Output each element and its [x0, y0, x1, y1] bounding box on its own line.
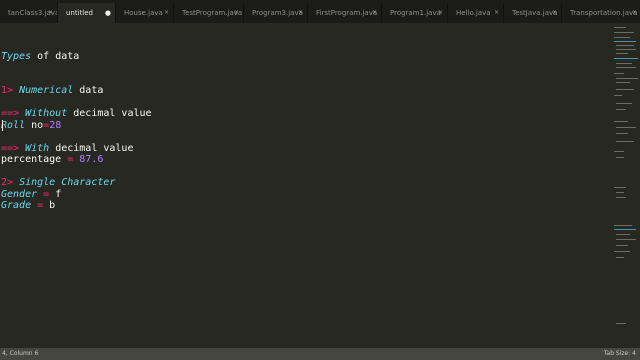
tab-label: TestJava.java: [512, 9, 558, 17]
minimap-line: [616, 257, 624, 258]
close-icon[interactable]: ×: [372, 3, 377, 23]
code-editor[interactable]: Types of data 1> Numerical data ==> With…: [0, 23, 610, 347]
tab-tanclass3[interactable]: tanClass3.java ×: [0, 3, 58, 23]
close-icon[interactable]: ×: [552, 3, 557, 23]
minimap-line: [616, 157, 624, 158]
tab-testjava[interactable]: TestJava.java ×: [504, 3, 562, 23]
minimap-line: [614, 187, 626, 188]
close-icon[interactable]: ×: [164, 3, 169, 23]
minimap-line: [614, 73, 624, 74]
code-line: ==> Without decimal value: [1, 108, 152, 119]
tab-untitled[interactable]: untitled ●: [58, 3, 116, 23]
cursor-position[interactable]: 4, Column 6: [2, 348, 38, 360]
minimap-line: [616, 89, 634, 90]
close-icon[interactable]: ×: [632, 3, 637, 23]
tab-label: untitled: [66, 9, 94, 17]
minimap-line: [614, 229, 636, 230]
minimap-line: [616, 197, 626, 198]
minimap-line: [616, 53, 628, 54]
tab-testprogram[interactable]: TestProgram.java ×: [174, 3, 244, 23]
tab-size-indicator[interactable]: Tab Size: 4: [604, 348, 636, 360]
minimap-line: [614, 58, 638, 59]
minimap-line: [616, 82, 630, 83]
status-bar: 4, Column 6 Tab Size: 4: [0, 348, 640, 360]
minimap-line: [616, 127, 636, 128]
tab-label: Program1.java: [390, 9, 441, 17]
minimap-line: [616, 323, 626, 324]
tab-label: FirstProgram.java: [316, 9, 378, 17]
minimap-line: [616, 63, 632, 64]
code-line: percentage = 87.6: [1, 154, 104, 165]
minimap-line: [614, 41, 636, 42]
close-icon[interactable]: ×: [234, 3, 239, 23]
minimap-line: [616, 67, 636, 68]
code-line: 1> Numerical data: [1, 85, 104, 96]
tab-program3[interactable]: Program3.java ×: [244, 3, 308, 23]
code-line: Grade = b: [1, 200, 56, 211]
minimap-line: [616, 49, 636, 50]
minimap-line: [614, 251, 630, 252]
minimap-line: [614, 32, 634, 33]
minimap-line: [614, 121, 628, 122]
tab-program1[interactable]: Program1.java ×: [382, 3, 448, 23]
minimap-line: [614, 37, 630, 38]
minimap-line: [616, 109, 626, 110]
text-cursor: [2, 120, 10, 131]
close-icon[interactable]: ×: [48, 3, 53, 23]
minimap-line: [616, 45, 634, 46]
minimap-line: [616, 141, 634, 142]
tab-firstprogram[interactable]: FirstProgram.java ×: [308, 3, 382, 23]
minimap-line: [614, 27, 626, 28]
minimap-line: [614, 225, 632, 226]
tab-house[interactable]: House.java ×: [116, 3, 174, 23]
minimap-line: [614, 151, 624, 152]
close-icon[interactable]: ×: [298, 3, 303, 23]
tab-transportation[interactable]: Transportation.java ×: [562, 3, 640, 23]
close-icon[interactable]: ×: [438, 3, 443, 23]
tab-bar: tanClass3.java × untitled ● House.java × Te…: [0, 0, 640, 23]
code-line: Roll no=28: [1, 120, 62, 131]
minimap[interactable]: [610, 23, 640, 347]
tab-hello[interactable]: Hello.java ×: [448, 3, 504, 23]
tab-label: Hello.java: [456, 9, 491, 17]
minimap-line: [614, 95, 622, 96]
minimap-line: [616, 133, 628, 134]
tab-label: House.java: [124, 9, 163, 17]
minimap-line: [616, 78, 638, 79]
close-icon[interactable]: ×: [494, 3, 499, 23]
code-line: 2> Single Character: [1, 177, 116, 188]
code-line: Types of data: [1, 51, 80, 62]
minimap-line: [616, 103, 632, 104]
minimap-line: [616, 234, 630, 235]
minimap-line: [616, 239, 636, 240]
unsaved-dot-icon[interactable]: ●: [105, 3, 111, 23]
minimap-line: [616, 192, 624, 193]
tab-label: Program3.java: [252, 9, 303, 17]
minimap-line: [616, 245, 628, 246]
tab-label: Transportation.java: [570, 9, 638, 17]
